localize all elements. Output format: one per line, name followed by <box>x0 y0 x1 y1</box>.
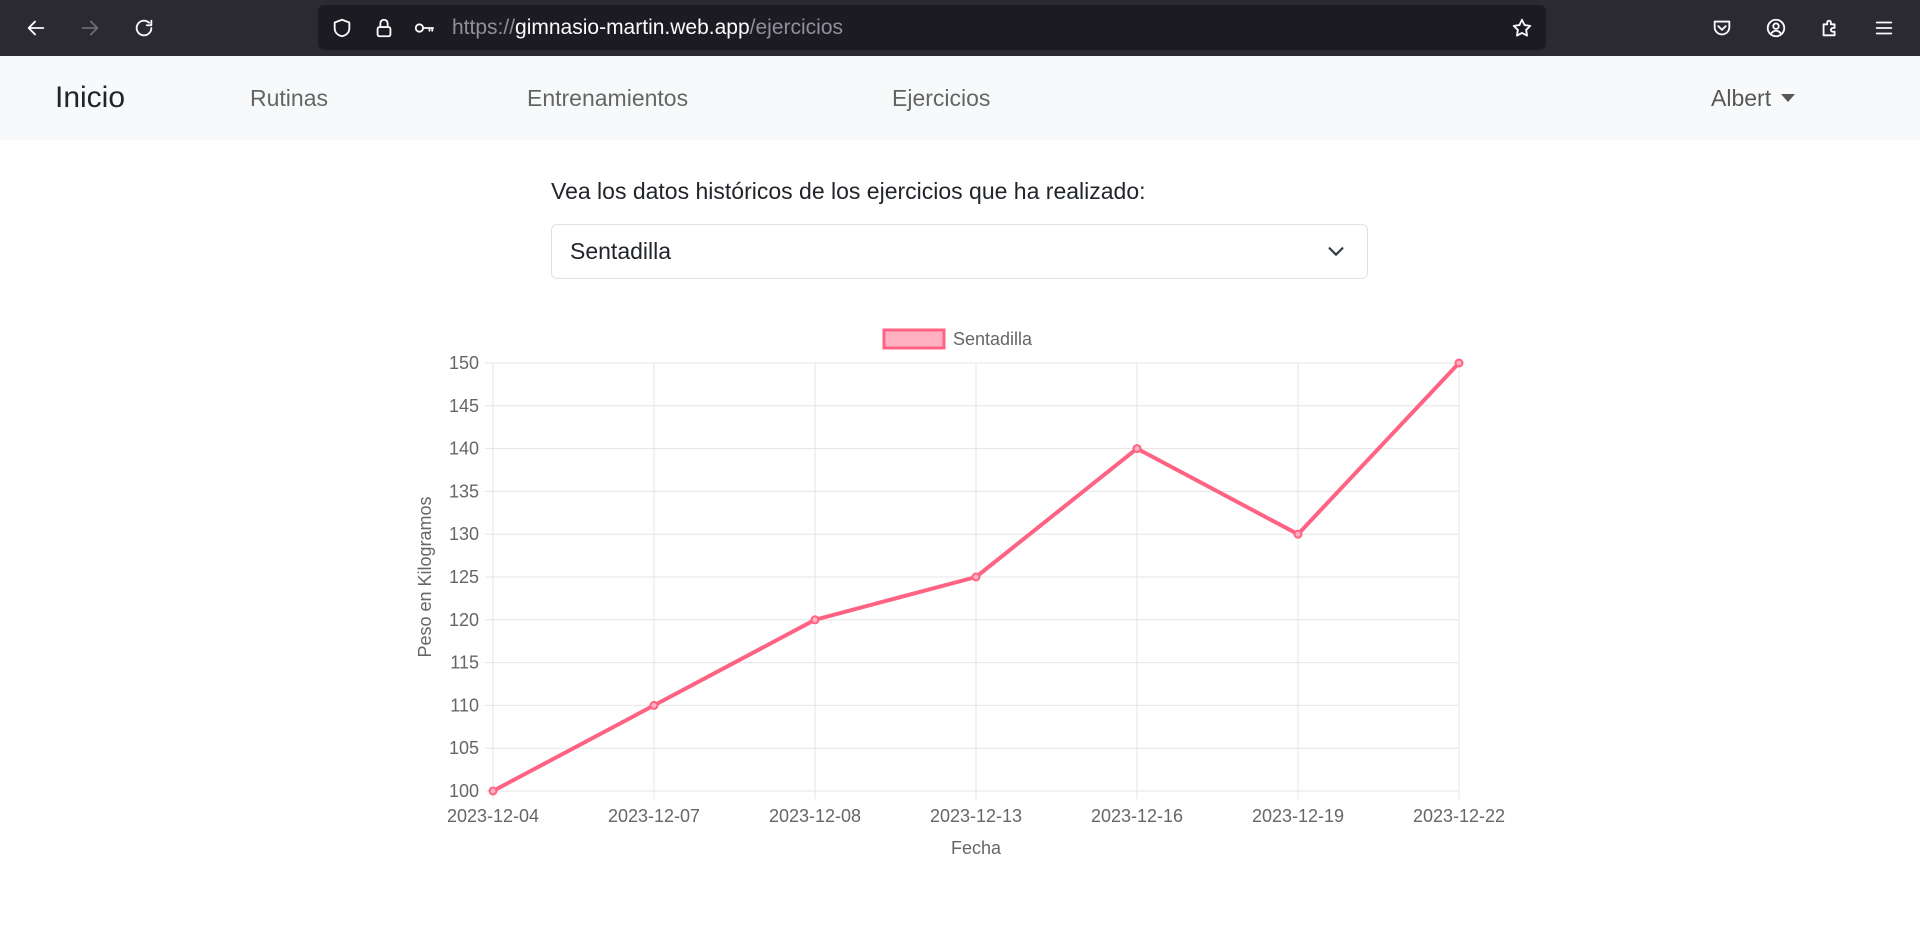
data-point <box>1132 444 1142 454</box>
user-dropdown[interactable]: Albert <box>1711 56 1796 140</box>
x-tick-label: 2023-12-07 <box>608 806 700 826</box>
app-navbar: Inicio Rutinas Entrenamientos Ejercicios… <box>0 56 1920 140</box>
x-tick-label: 2023-12-16 <box>1091 806 1183 826</box>
nav-link-entrenamientos[interactable]: Entrenamientos <box>527 56 688 140</box>
series-line <box>491 361 1461 793</box>
key-icon[interactable] <box>412 16 436 40</box>
y-tick-label: 135 <box>449 481 479 501</box>
data-point <box>488 786 498 796</box>
brand-link-inicio[interactable]: Inicio <box>55 56 125 140</box>
back-arrow-icon[interactable] <box>18 10 54 46</box>
shield-icon[interactable] <box>330 16 354 40</box>
y-tick-label: 100 <box>449 781 479 801</box>
account-icon[interactable] <box>1758 10 1794 46</box>
reload-icon[interactable] <box>126 10 162 46</box>
url-domain: gimnasio-martin.web.app <box>515 16 750 39</box>
x-tick-label: 2023-12-19 <box>1252 806 1344 826</box>
exercise-select-value: Sentadilla <box>570 238 672 264</box>
url-scheme: https:// <box>452 16 516 39</box>
puzzle-icon[interactable] <box>1812 10 1848 46</box>
forward-arrow-icon[interactable] <box>72 10 108 46</box>
nav-link-ejercicios[interactable]: Ejercicios <box>892 56 990 140</box>
exercise-select[interactable]: Sentadilla <box>551 224 1368 279</box>
caret-down-icon <box>1781 93 1796 102</box>
y-tick-label: 140 <box>449 439 479 459</box>
data-point <box>971 572 981 582</box>
y-axis-title: Peso en Kilogramos <box>415 496 435 657</box>
y-tick-label: 130 <box>449 524 479 544</box>
x-tick-label: 2023-12-13 <box>930 806 1022 826</box>
pocket-icon[interactable] <box>1704 10 1740 46</box>
star-icon[interactable] <box>1510 16 1534 40</box>
y-tick-label: 120 <box>449 610 479 630</box>
data-point <box>1293 529 1303 539</box>
data-point <box>1454 358 1464 368</box>
hamburger-menu-icon[interactable] <box>1866 10 1902 46</box>
y-tick-label: 150 <box>449 353 479 373</box>
y-tick-label: 115 <box>450 653 479 673</box>
lock-icon[interactable] <box>372 16 396 40</box>
user-name: Albert <box>1711 85 1772 111</box>
x-axis-title: Fecha <box>951 838 1002 858</box>
exercise-history-prompt: Vea los datos históricos de los ejercici… <box>551 178 1146 204</box>
x-tick-label: 2023-12-22 <box>1413 806 1505 826</box>
legend-swatch <box>882 328 946 350</box>
y-tick-label: 125 <box>449 567 479 587</box>
data-point <box>810 615 820 625</box>
legend-label: Sentadilla <box>953 329 1033 349</box>
url-text[interactable]: https://gimnasio-martin.web.app/ejercici… <box>452 5 843 50</box>
y-tick-label: 105 <box>449 738 479 758</box>
x-tick-label: 2023-12-08 <box>769 806 861 826</box>
y-tick-label: 145 <box>449 396 479 416</box>
chevron-down-icon <box>1325 240 1347 262</box>
address-bar[interactable]: https://gimnasio-martin.web.app/ejercici… <box>318 5 1546 50</box>
x-tick-label: 2023-12-04 <box>447 806 539 826</box>
url-path: /ejercicios <box>749 16 844 39</box>
y-tick-label: 110 <box>450 695 479 715</box>
browser-toolbar: https://gimnasio-martin.web.app/ejercici… <box>0 0 1920 56</box>
nav-link-rutinas[interactable]: Rutinas <box>250 56 328 140</box>
data-point <box>649 700 659 710</box>
